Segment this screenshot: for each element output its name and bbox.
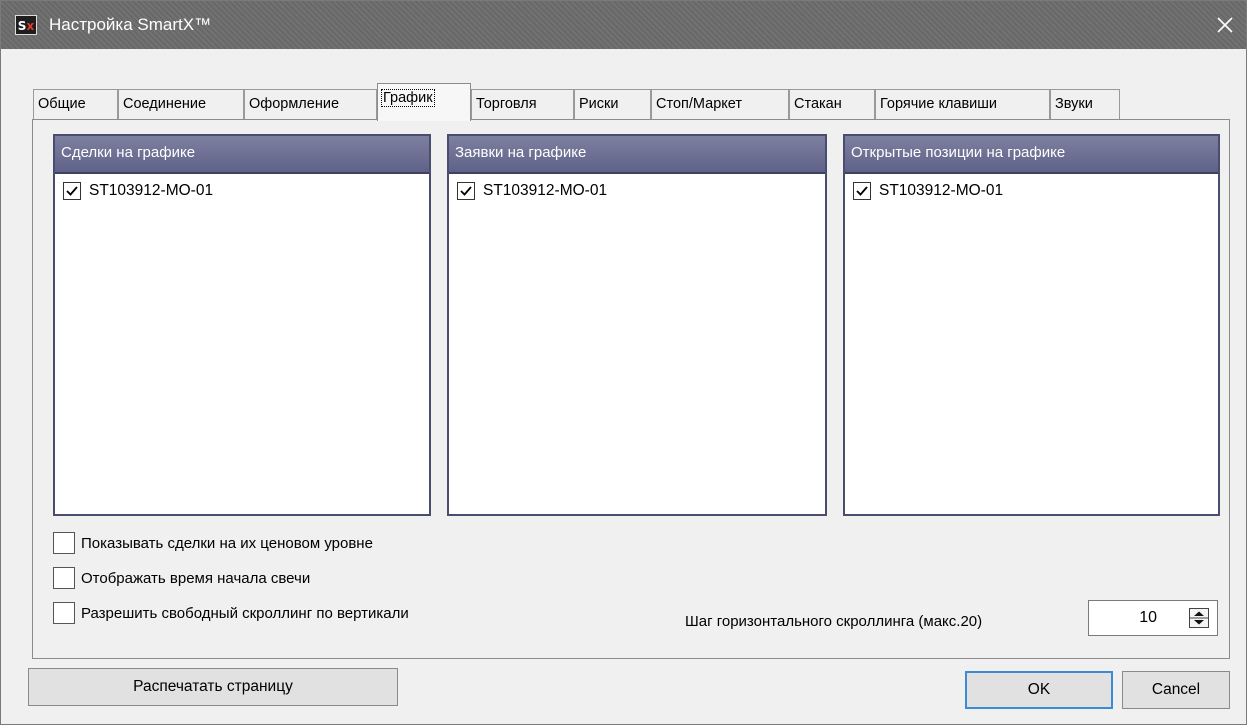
smartx-logo-icon: Sx: [15, 15, 37, 35]
tab-label: График: [381, 89, 435, 107]
list-item-label: ST103912-MO-01: [483, 182, 608, 200]
option-label: Отображать время начала свечи: [81, 569, 311, 587]
tab-label: Риски: [579, 96, 619, 112]
option-label: Показывать сделки на их ценовом уровне: [81, 534, 373, 552]
trades-on-chart-group: Сделки на графике ST103912-MO-01: [53, 134, 431, 516]
tab-connection[interactable]: Соединение: [118, 89, 244, 119]
orders-on-chart-group: Заявки на графике ST103912-MO-01: [447, 134, 827, 516]
close-icon[interactable]: [1209, 9, 1241, 41]
checkbox[interactable]: [53, 567, 75, 589]
checkbox[interactable]: [853, 182, 871, 201]
checkbox[interactable]: [457, 182, 475, 201]
list-item[interactable]: ST103912-MO-01: [457, 182, 607, 206]
tab-label: Оформление: [249, 96, 340, 112]
spin-buttons[interactable]: [1189, 608, 1209, 628]
tab-label: Стоп/Маркет: [656, 96, 742, 112]
window-title: Настройка SmartX™: [49, 15, 212, 34]
checkmark-icon: [856, 186, 868, 196]
option-show-trades-at-price[interactable]: Показывать сделки на их ценовом уровне: [53, 532, 373, 556]
print-page-button[interactable]: Распечатать страницу: [28, 668, 398, 706]
cancel-button[interactable]: Cancel: [1122, 671, 1230, 709]
tab-label: Соединение: [123, 96, 207, 112]
option-show-candle-start-time[interactable]: Отображать время начала свечи: [53, 567, 310, 591]
scroll-step-input[interactable]: 10: [1088, 600, 1218, 636]
checkmark-icon: [460, 186, 472, 196]
tab-trading[interactable]: Торговля: [471, 89, 574, 119]
tab-label: Торговля: [476, 96, 537, 112]
group-header: Заявки на графике: [449, 136, 825, 174]
group-header: Открытые позиции на графике: [845, 136, 1218, 174]
tab-label: Стакан: [794, 96, 842, 112]
list-item[interactable]: ST103912-MO-01: [63, 182, 213, 206]
chart-tab-panel: Сделки на графике ST103912-MO-01 Заявки …: [32, 119, 1230, 659]
tab-label: Общие: [38, 96, 86, 112]
group-header: Сделки на графике: [55, 136, 429, 174]
tab-label: Горячие клавиши: [880, 96, 998, 112]
tab-risks[interactable]: Риски: [574, 89, 651, 119]
scroll-step-label: Шаг горизонтального скроллинга (макс.20): [685, 613, 983, 630]
tab-sounds[interactable]: Звуки: [1050, 89, 1120, 119]
tab-hotkeys[interactable]: Горячие клавиши: [875, 89, 1050, 119]
scroll-step-value: 10: [1139, 609, 1157, 626]
spin-up-down-icon[interactable]: [1190, 609, 1208, 627]
checkbox[interactable]: [53, 532, 75, 554]
title-bar[interactable]: Sx Настройка SmartX™: [1, 1, 1246, 49]
open-positions-on-chart-group: Открытые позиции на графике ST103912-MO-…: [843, 134, 1220, 516]
list-item-label: ST103912-MO-01: [89, 182, 214, 200]
list-item[interactable]: ST103912-MO-01: [853, 182, 1003, 206]
tab-general[interactable]: Общие: [33, 89, 118, 119]
tab-chart[interactable]: График: [377, 83, 471, 121]
option-free-vertical-scroll[interactable]: Разрешить свободный скроллинг по вертика…: [53, 602, 409, 626]
settings-window: Sx Настройка SmartX™ Общие Соединение Оф…: [0, 0, 1247, 725]
tab-label: Звуки: [1055, 96, 1093, 112]
tab-appearance[interactable]: Оформление: [244, 89, 377, 119]
list-item-label: ST103912-MO-01: [879, 182, 1004, 200]
option-label: Разрешить свободный скроллинг по вертика…: [81, 604, 409, 622]
tab-order-book[interactable]: Стакан: [789, 89, 875, 119]
checkbox[interactable]: [63, 182, 81, 201]
tab-stop-market[interactable]: Стоп/Маркет: [651, 89, 789, 119]
checkbox[interactable]: [53, 602, 75, 624]
checkmark-icon: [66, 186, 78, 196]
ok-button[interactable]: OK: [965, 671, 1113, 709]
